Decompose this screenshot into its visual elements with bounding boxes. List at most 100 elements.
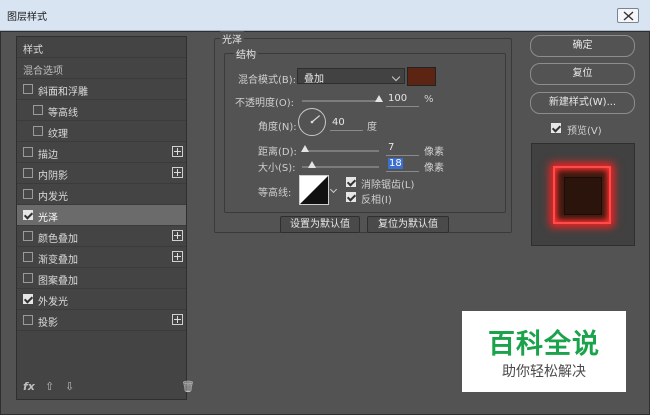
opacity-slider-track[interactable] xyxy=(302,100,381,102)
size-slider-handle[interactable] xyxy=(308,161,316,168)
reset-button[interactable]: 复位 xyxy=(530,63,635,85)
watermark-subtitle: 助你轻松解决 xyxy=(502,364,586,380)
antialias-label: 消除锯齿(L) xyxy=(361,180,415,191)
style-item-label: 斜面和浮雕 xyxy=(38,87,88,98)
style-item-checkbox[interactable] xyxy=(23,252,33,262)
angle-label: 角度(N): xyxy=(258,122,297,133)
add-effect-icon[interactable] xyxy=(172,167,183,178)
size-input[interactable]: 18 xyxy=(386,158,419,172)
style-item-label: 图案叠加 xyxy=(38,276,78,287)
style-item-label: 外发光 xyxy=(38,297,68,308)
style-item[interactable]: 斜面和浮雕 xyxy=(17,79,186,100)
satin-group-title: 光泽 xyxy=(220,31,244,46)
style-item-label: 内阴影 xyxy=(38,171,68,182)
style-item-checkbox[interactable] xyxy=(33,105,43,115)
style-item[interactable]: 纹理 xyxy=(17,121,186,142)
distance-slider-track[interactable] xyxy=(302,150,379,152)
style-item-label: 纹理 xyxy=(48,129,68,140)
add-effect-icon[interactable] xyxy=(172,146,183,157)
style-item[interactable]: 样式 xyxy=(17,37,186,58)
blend-mode-select[interactable]: 叠加 xyxy=(297,68,405,85)
antialias-checkbox[interactable] xyxy=(346,177,356,187)
trash-icon[interactable]: 🗑 xyxy=(181,380,195,393)
opacity-label: 不透明度(O): xyxy=(235,98,295,109)
angle-needle-icon xyxy=(310,115,321,124)
style-item-checkbox[interactable] xyxy=(23,273,33,283)
style-item-label: 混合选项 xyxy=(23,66,63,77)
invert-checkbox[interactable] xyxy=(346,192,356,202)
make-default-button[interactable]: 设置为默认值 xyxy=(280,216,360,233)
reset-default-button[interactable]: 复位为默认值 xyxy=(367,216,449,233)
style-item-checkbox[interactable] xyxy=(33,126,43,136)
style-item-label: 渐变叠加 xyxy=(38,255,78,266)
move-up-icon[interactable]: ⇧ xyxy=(45,380,54,393)
invert-label: 反相(I) xyxy=(361,195,392,206)
style-preview xyxy=(531,143,635,246)
close-button[interactable] xyxy=(617,8,639,23)
style-item-checkbox[interactable] xyxy=(23,315,33,325)
size-unit: 像素 xyxy=(424,163,444,174)
opacity-input[interactable]: 100 xyxy=(386,93,419,107)
angle-unit: 度 xyxy=(367,122,377,133)
style-item[interactable]: 颜色叠加 xyxy=(17,226,186,247)
watermark-title: 百科全说 xyxy=(488,329,600,360)
contour-dropdown[interactable] xyxy=(329,175,339,205)
style-item-label: 样式 xyxy=(23,45,43,56)
contour-picker[interactable] xyxy=(299,175,329,205)
style-item-label: 投影 xyxy=(38,318,58,329)
blend-color-swatch[interactable] xyxy=(407,67,436,86)
style-item-checkbox[interactable] xyxy=(23,210,33,220)
style-item[interactable]: 光泽 xyxy=(17,205,186,226)
add-effect-icon[interactable] xyxy=(172,230,183,241)
chevron-down-icon xyxy=(329,185,338,194)
style-list: 样式混合选项斜面和浮雕等高线纹理描边内阴影内发光光泽颜色叠加渐变叠加图案叠加外发… xyxy=(16,36,195,400)
add-effect-icon[interactable] xyxy=(172,251,183,262)
structure-group-title: 结构 xyxy=(234,46,258,61)
opacity-unit: % xyxy=(424,94,434,105)
chevron-down-icon xyxy=(391,72,401,82)
style-list-toolbar: fx ⇧ ⇩ 🗑 xyxy=(17,377,195,399)
style-item-label: 内发光 xyxy=(38,192,68,203)
style-item[interactable]: 渐变叠加 xyxy=(17,247,186,268)
style-item[interactable]: 内阴影 xyxy=(17,163,186,184)
style-item-label: 描边 xyxy=(38,150,58,161)
new-style-button[interactable]: 新建样式(W)... xyxy=(530,92,635,114)
style-item[interactable]: 混合选项 xyxy=(17,58,186,79)
angle-dial[interactable] xyxy=(298,108,326,136)
distance-label: 距离(D): xyxy=(258,147,297,158)
title-bar: 图层样式 xyxy=(0,0,650,31)
preview-label: 预览(V) xyxy=(567,126,602,137)
style-item-checkbox[interactable] xyxy=(23,84,33,94)
fx-icon[interactable]: fx xyxy=(23,380,35,393)
style-item-label: 光泽 xyxy=(38,213,58,224)
style-item[interactable]: 内发光 xyxy=(17,184,186,205)
ok-button[interactable]: 确定 xyxy=(530,35,635,57)
blend-mode-label: 混合模式(B): xyxy=(238,75,297,86)
style-item-checkbox[interactable] xyxy=(23,147,33,157)
style-item[interactable]: 等高线 xyxy=(17,100,186,121)
style-item[interactable]: 投影 xyxy=(17,310,186,331)
distance-input[interactable]: 7 xyxy=(386,142,419,156)
style-item-checkbox[interactable] xyxy=(23,189,33,199)
size-label: 大小(S): xyxy=(258,163,296,174)
style-item-checkbox[interactable] xyxy=(23,294,33,304)
style-item-label: 等高线 xyxy=(48,108,78,119)
distance-slider-handle[interactable] xyxy=(301,145,309,152)
move-down-icon[interactable]: ⇩ xyxy=(65,380,74,393)
style-item[interactable]: 图案叠加 xyxy=(17,268,186,289)
style-item-checkbox[interactable] xyxy=(23,231,33,241)
preview-checkbox[interactable] xyxy=(551,123,561,133)
style-item-checkbox[interactable] xyxy=(23,168,33,178)
window-title: 图层样式 xyxy=(7,12,47,23)
add-effect-icon[interactable] xyxy=(172,314,183,325)
blend-mode-value: 叠加 xyxy=(304,74,324,85)
opacity-slider-handle[interactable] xyxy=(375,95,383,102)
style-item[interactable]: 外发光 xyxy=(17,289,186,310)
preview-shape xyxy=(553,166,611,224)
angle-input[interactable]: 40 xyxy=(330,117,363,131)
distance-unit: 像素 xyxy=(424,147,444,158)
close-icon xyxy=(623,11,634,21)
contour-curve-icon xyxy=(300,176,328,204)
style-item[interactable]: 描边 xyxy=(17,142,186,163)
style-item-label: 颜色叠加 xyxy=(38,234,78,245)
